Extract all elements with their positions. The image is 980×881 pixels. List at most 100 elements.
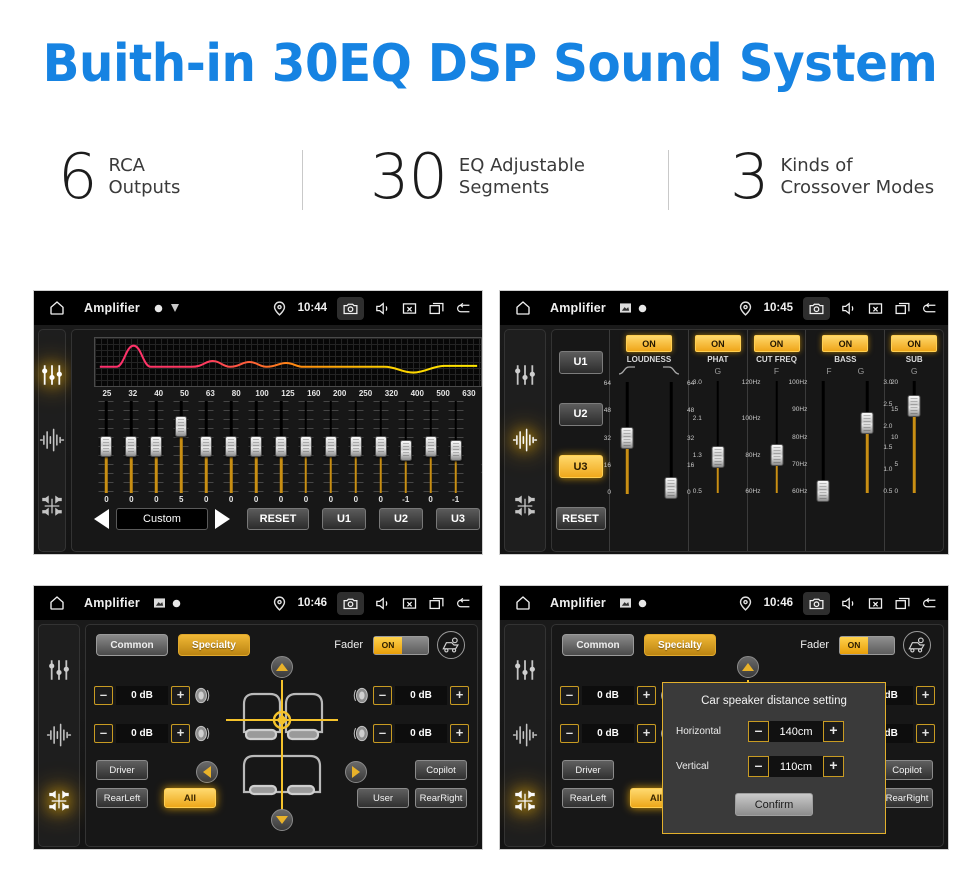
equalizer-icon[interactable]	[512, 362, 538, 388]
increment-button[interactable]: +	[450, 724, 469, 743]
increment-button[interactable]: +	[916, 724, 935, 743]
increment-button[interactable]: +	[637, 724, 656, 743]
eq-fader[interactable]	[119, 399, 144, 495]
eq-fader[interactable]	[294, 399, 319, 495]
waveform-icon[interactable]	[46, 722, 72, 748]
preset-name[interactable]: Custom	[116, 508, 208, 530]
slider-knob[interactable]	[711, 446, 725, 469]
nudge-right-button[interactable]	[345, 761, 367, 783]
tab-specialty[interactable]: Specialty	[178, 634, 250, 656]
nudge-up-button[interactable]	[270, 656, 293, 678]
fader-knob[interactable]	[424, 436, 437, 457]
eq-fader[interactable]	[368, 399, 393, 495]
eq-fader[interactable]	[269, 399, 294, 495]
waveform-icon[interactable]	[39, 427, 65, 453]
fader-knob[interactable]	[250, 436, 263, 457]
decrement-button[interactable]: –	[560, 686, 579, 705]
car-seat-position-icon[interactable]	[903, 631, 931, 659]
camera-icon[interactable]	[803, 591, 830, 615]
decrement-button[interactable]: –	[560, 724, 579, 743]
fader-toggle[interactable]: ON	[373, 635, 429, 655]
reset-button[interactable]: RESET	[247, 508, 309, 530]
amp-slider[interactable]: 3.0 2.1 1.3 0.5	[693, 377, 735, 497]
eq-fader[interactable]	[219, 399, 244, 495]
increment-button[interactable]: +	[637, 686, 656, 705]
eq-fader[interactable]	[144, 399, 169, 495]
fader-knob[interactable]	[399, 440, 412, 461]
position-button-all[interactable]: All	[164, 788, 216, 808]
decrement-button[interactable]: –	[373, 724, 392, 743]
car-seat-position-icon[interactable]	[437, 631, 465, 659]
position-button-rearleft[interactable]: RearLeft	[562, 788, 614, 808]
position-button-copilot[interactable]: Copilot	[415, 760, 467, 780]
position-button-rearleft[interactable]: RearLeft	[96, 788, 148, 808]
eq-fader[interactable]	[418, 399, 443, 495]
fader-knob[interactable]	[225, 436, 238, 457]
position-button-driver[interactable]: Driver	[562, 760, 614, 780]
increment-button[interactable]: +	[171, 724, 190, 743]
decrement-button[interactable]: –	[748, 721, 769, 742]
fader-toggle[interactable]: ON	[839, 635, 895, 655]
increment-button[interactable]: +	[823, 756, 844, 777]
waveform-icon[interactable]	[512, 427, 538, 453]
balance-icon[interactable]	[39, 493, 65, 519]
preset-prev-button[interactable]	[94, 509, 109, 529]
preset-u2-button[interactable]: U2	[379, 508, 423, 530]
eq-fader[interactable]	[244, 399, 269, 495]
camera-icon[interactable]	[337, 296, 364, 320]
balance-icon[interactable]	[512, 788, 538, 814]
amp-slider[interactable]: 64 48 32 16 0	[604, 378, 644, 498]
slider-knob[interactable]	[620, 427, 634, 449]
fader-knob[interactable]	[275, 436, 288, 457]
tab-specialty[interactable]: Specialty	[644, 634, 716, 656]
eq-fader[interactable]	[169, 399, 194, 495]
position-button-user[interactable]: User	[357, 788, 409, 808]
home-icon[interactable]	[48, 299, 66, 317]
fader-knob[interactable]	[324, 436, 337, 457]
position-button-copilot[interactable]: Copilot	[881, 760, 933, 780]
fader-knob[interactable]	[200, 436, 213, 457]
decrement-button[interactable]: –	[748, 756, 769, 777]
increment-button[interactable]: +	[171, 686, 190, 705]
equalizer-icon[interactable]	[46, 657, 72, 683]
eq-fader[interactable]	[318, 399, 343, 495]
camera-icon[interactable]	[803, 296, 830, 320]
fader-knob[interactable]	[374, 436, 387, 457]
toggle-on-button[interactable]: ON	[626, 335, 672, 352]
fader-knob[interactable]	[100, 436, 113, 457]
equalizer-icon[interactable]	[512, 657, 538, 683]
nudge-up-button[interactable]	[736, 656, 759, 678]
position-button-driver[interactable]: Driver	[96, 760, 148, 780]
toggle-on-button[interactable]: ON	[891, 335, 938, 352]
fader-knob[interactable]	[125, 436, 138, 457]
home-icon[interactable]	[514, 299, 532, 317]
waveform-icon[interactable]	[512, 722, 538, 748]
balance-icon[interactable]	[46, 788, 72, 814]
chevron-double-right-icon[interactable]: »	[481, 458, 482, 478]
preset-u3-button[interactable]: U3	[436, 508, 480, 530]
nudge-down-button[interactable]	[270, 809, 293, 831]
decrement-button[interactable]: –	[94, 686, 113, 705]
home-icon[interactable]	[514, 594, 532, 612]
slider-knob[interactable]	[907, 394, 921, 417]
position-button-rearright[interactable]: RearRight	[415, 788, 467, 808]
eq-fader[interactable]	[94, 399, 119, 495]
preset-next-button[interactable]	[215, 509, 230, 529]
tab-common[interactable]: Common	[96, 634, 168, 656]
preset-u1-button[interactable]: U1	[558, 350, 603, 374]
increment-button[interactable]: +	[450, 686, 469, 705]
home-icon[interactable]	[48, 594, 66, 612]
fader-knob[interactable]	[175, 416, 188, 437]
increment-button[interactable]: +	[916, 686, 935, 705]
preset-u1-button[interactable]: U1	[322, 508, 366, 530]
decrement-button[interactable]: –	[94, 724, 113, 743]
nudge-left-button[interactable]	[196, 761, 218, 783]
fader-knob[interactable]	[449, 440, 462, 461]
tab-common[interactable]: Common	[562, 634, 634, 656]
position-button-rearright[interactable]: RearRight	[881, 788, 933, 808]
slider-knob[interactable]	[816, 480, 830, 502]
balance-icon[interactable]	[512, 493, 538, 519]
toggle-on-button[interactable]: ON	[694, 335, 741, 352]
increment-button[interactable]: +	[823, 721, 844, 742]
fader-knob[interactable]	[150, 436, 163, 457]
